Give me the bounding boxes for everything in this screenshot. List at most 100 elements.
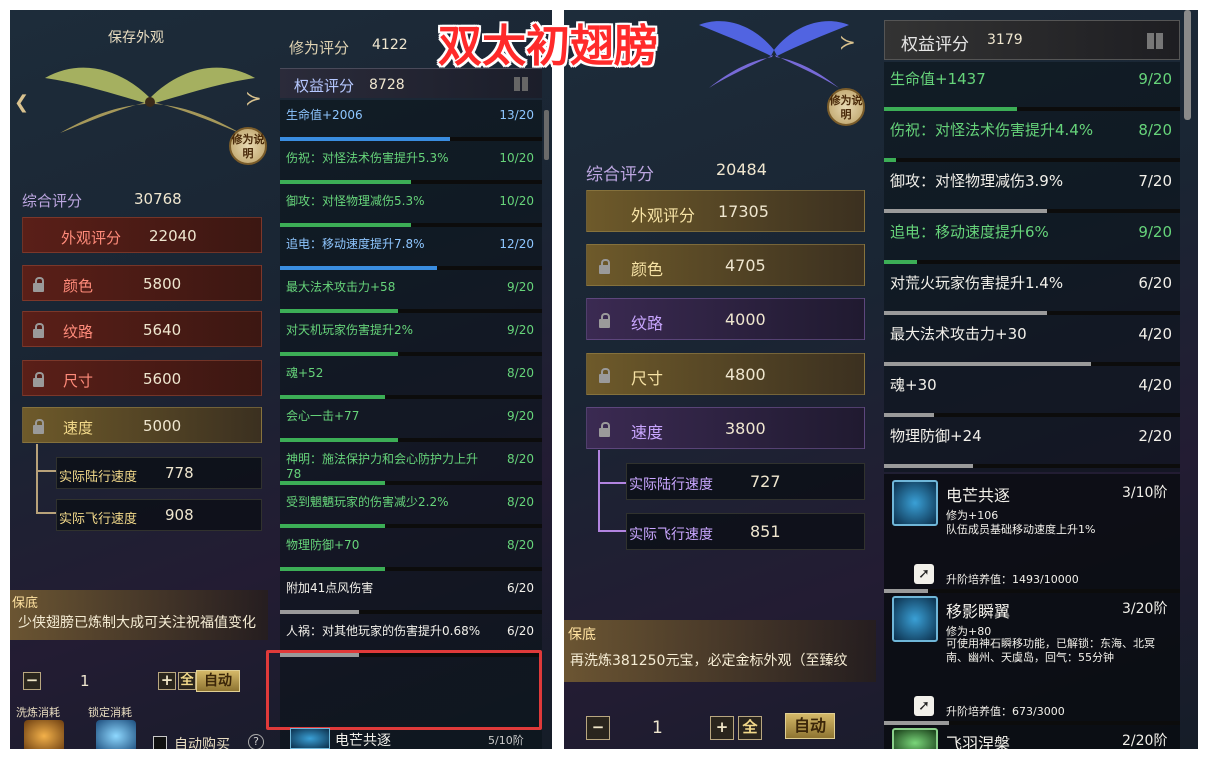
stat-progress-fill bbox=[884, 413, 935, 417]
save-appearance-button[interactable]: 保存外观 bbox=[108, 27, 164, 47]
stat-count: 9/20 bbox=[1138, 223, 1172, 241]
lock-icon[interactable] bbox=[599, 259, 610, 274]
stat-text: 附加41点风伤害 bbox=[286, 581, 374, 595]
upgrade-arrow-icon[interactable]: ➚ bbox=[914, 564, 934, 584]
help-icon[interactable]: ? bbox=[248, 734, 264, 749]
auto-buy-checkbox[interactable] bbox=[153, 736, 167, 749]
decrease-quantity-button[interactable]: − bbox=[586, 716, 610, 740]
upgrade-arrow-icon[interactable]: ➚ bbox=[914, 696, 934, 716]
stat-count: 8/20 bbox=[1138, 121, 1172, 139]
color-value: 4705 bbox=[725, 256, 766, 275]
stat-count: 9/20 bbox=[507, 409, 534, 423]
lock-icon[interactable] bbox=[33, 419, 44, 434]
stat-progress-fill bbox=[280, 567, 385, 571]
max-quantity-button[interactable]: 全 bbox=[178, 672, 196, 690]
speed-value: 3800 bbox=[725, 419, 766, 438]
speed-bracket-line bbox=[36, 444, 56, 472]
guarantee-banner: 保底 再洗炼381250元宝，必定金标外观（至臻纹 bbox=[564, 620, 876, 682]
scrollbar[interactable] bbox=[1184, 10, 1191, 120]
skill-dash-icon[interactable] bbox=[892, 480, 938, 526]
cultivation-info-seal[interactable]: 修为说明 bbox=[229, 127, 267, 165]
stat-progress-fill bbox=[280, 395, 385, 399]
stat-count: 9/20 bbox=[507, 280, 534, 294]
guarantee-text: 少侠翅膀已炼制大成可关注祝福值变化 bbox=[18, 615, 256, 631]
speed-score-row: 速度 5000 bbox=[22, 407, 262, 443]
texture-label: 纹路 bbox=[631, 314, 664, 333]
stat-row: 伤祝：对怪法术伤害提升4.4% 8/20 bbox=[884, 113, 1180, 164]
stat-text: 物理防御+24 bbox=[890, 427, 982, 445]
lock-stone-icon[interactable] bbox=[96, 720, 136, 749]
land-speed-label: 实际陆行速度 bbox=[629, 477, 713, 493]
skill-teleport-icon[interactable] bbox=[892, 596, 938, 642]
stat-progress-track bbox=[280, 180, 542, 184]
stat-count: 7/20 bbox=[1138, 172, 1172, 190]
size-label: 尺寸 bbox=[63, 372, 94, 390]
stat-row: 最大法术攻击力+58 9/20 bbox=[280, 272, 542, 315]
stat-row: 会心一击+77 9/20 bbox=[280, 401, 542, 444]
stat-text: 魂+30 bbox=[890, 376, 937, 394]
rights-score-label: 权益评分 bbox=[901, 35, 969, 55]
stat-row: 对荒火玩家伤害提升1.4% 6/20 bbox=[884, 266, 1180, 317]
guarantee-label: 保底 bbox=[568, 627, 596, 643]
color-label: 颜色 bbox=[63, 277, 94, 295]
max-quantity-button[interactable]: 全 bbox=[738, 716, 762, 740]
lock-icon[interactable] bbox=[599, 313, 610, 328]
fly-speed-label: 实际飞行速度 bbox=[59, 512, 138, 527]
scrollbar[interactable] bbox=[544, 110, 549, 160]
speed-bracket-line bbox=[598, 482, 626, 532]
lock-icon[interactable] bbox=[33, 323, 44, 338]
stat-progress-track bbox=[280, 266, 542, 270]
stat-row: 生命值+1437 9/20 bbox=[884, 62, 1180, 113]
stat-row: 追电：移动速度提升7.8% 12/20 bbox=[280, 229, 542, 272]
skill-level: 2/20阶 bbox=[1122, 733, 1168, 749]
decrease-quantity-button[interactable]: − bbox=[23, 672, 41, 690]
quantity-input[interactable]: 1 bbox=[652, 718, 663, 738]
rights-score-value: 3179 bbox=[987, 32, 1023, 48]
stat-text: 对天机玩家伤害提升2% bbox=[286, 323, 414, 337]
speed-label: 速度 bbox=[63, 419, 94, 437]
appearance-score-label: 外观评分 bbox=[631, 206, 696, 225]
auto-button[interactable]: 自动 bbox=[785, 713, 835, 739]
stat-progress-track bbox=[280, 395, 542, 399]
grid-view-icon[interactable] bbox=[514, 77, 528, 91]
speed-value: 5000 bbox=[143, 417, 182, 435]
guarantee-text: 再洗炼381250元宝，必定金标外观（至臻纹 bbox=[570, 653, 848, 669]
next-wing-arrow-icon[interactable]: ≻ bbox=[245, 86, 262, 110]
guarantee-label: 保底 bbox=[12, 596, 39, 611]
increase-quantity-button[interactable]: + bbox=[710, 716, 734, 740]
skill-icon[interactable] bbox=[290, 728, 330, 749]
stat-progress-track bbox=[280, 223, 542, 227]
skill-progress-track bbox=[884, 589, 1180, 593]
lock-icon[interactable] bbox=[599, 368, 610, 383]
prev-wing-arrow-icon[interactable]: ❮ bbox=[14, 92, 29, 113]
skill-desc: 队伍成员基础移动速度上升1% bbox=[946, 523, 1096, 536]
lock-icon[interactable] bbox=[33, 277, 44, 292]
stat-progress-track bbox=[280, 309, 542, 313]
color-value: 5800 bbox=[143, 275, 182, 293]
texture-label: 纹路 bbox=[63, 323, 94, 341]
next-wing-arrow-icon[interactable]: ≻ bbox=[839, 30, 856, 54]
cultivation-info-seal[interactable]: 修为说明 bbox=[827, 88, 865, 126]
auto-button[interactable]: 自动 bbox=[196, 670, 240, 692]
stat-progress-fill bbox=[280, 266, 438, 270]
stat-progress-fill bbox=[884, 260, 917, 264]
stat-row: 最大法术攻击力+30 4/20 bbox=[884, 317, 1180, 368]
overall-score-value: 30768 bbox=[134, 190, 182, 208]
stat-row: 御攻：对怪物理减伤3.9% 7/20 bbox=[884, 164, 1180, 215]
stat-progress-track bbox=[884, 311, 1180, 315]
skill-rebirth-icon[interactable] bbox=[892, 728, 938, 749]
stat-progress-fill bbox=[884, 362, 1092, 366]
size-value: 5600 bbox=[143, 370, 182, 388]
appearance-score-value: 22040 bbox=[149, 227, 197, 245]
refine-stone-icon[interactable] bbox=[24, 720, 64, 749]
increase-quantity-button[interactable]: + bbox=[158, 672, 176, 690]
size-value: 4800 bbox=[725, 365, 766, 384]
stat-row: 附加41点风伤害 6/20 bbox=[280, 573, 542, 616]
lock-icon[interactable] bbox=[33, 372, 44, 387]
lock-icon[interactable] bbox=[599, 422, 610, 437]
highlight-box bbox=[266, 650, 542, 730]
stat-progress-fill bbox=[280, 610, 359, 614]
overall-score-label: 综合评分 bbox=[22, 192, 83, 210]
quantity-input[interactable]: 1 bbox=[80, 672, 90, 690]
grid-view-icon[interactable] bbox=[1147, 33, 1163, 49]
